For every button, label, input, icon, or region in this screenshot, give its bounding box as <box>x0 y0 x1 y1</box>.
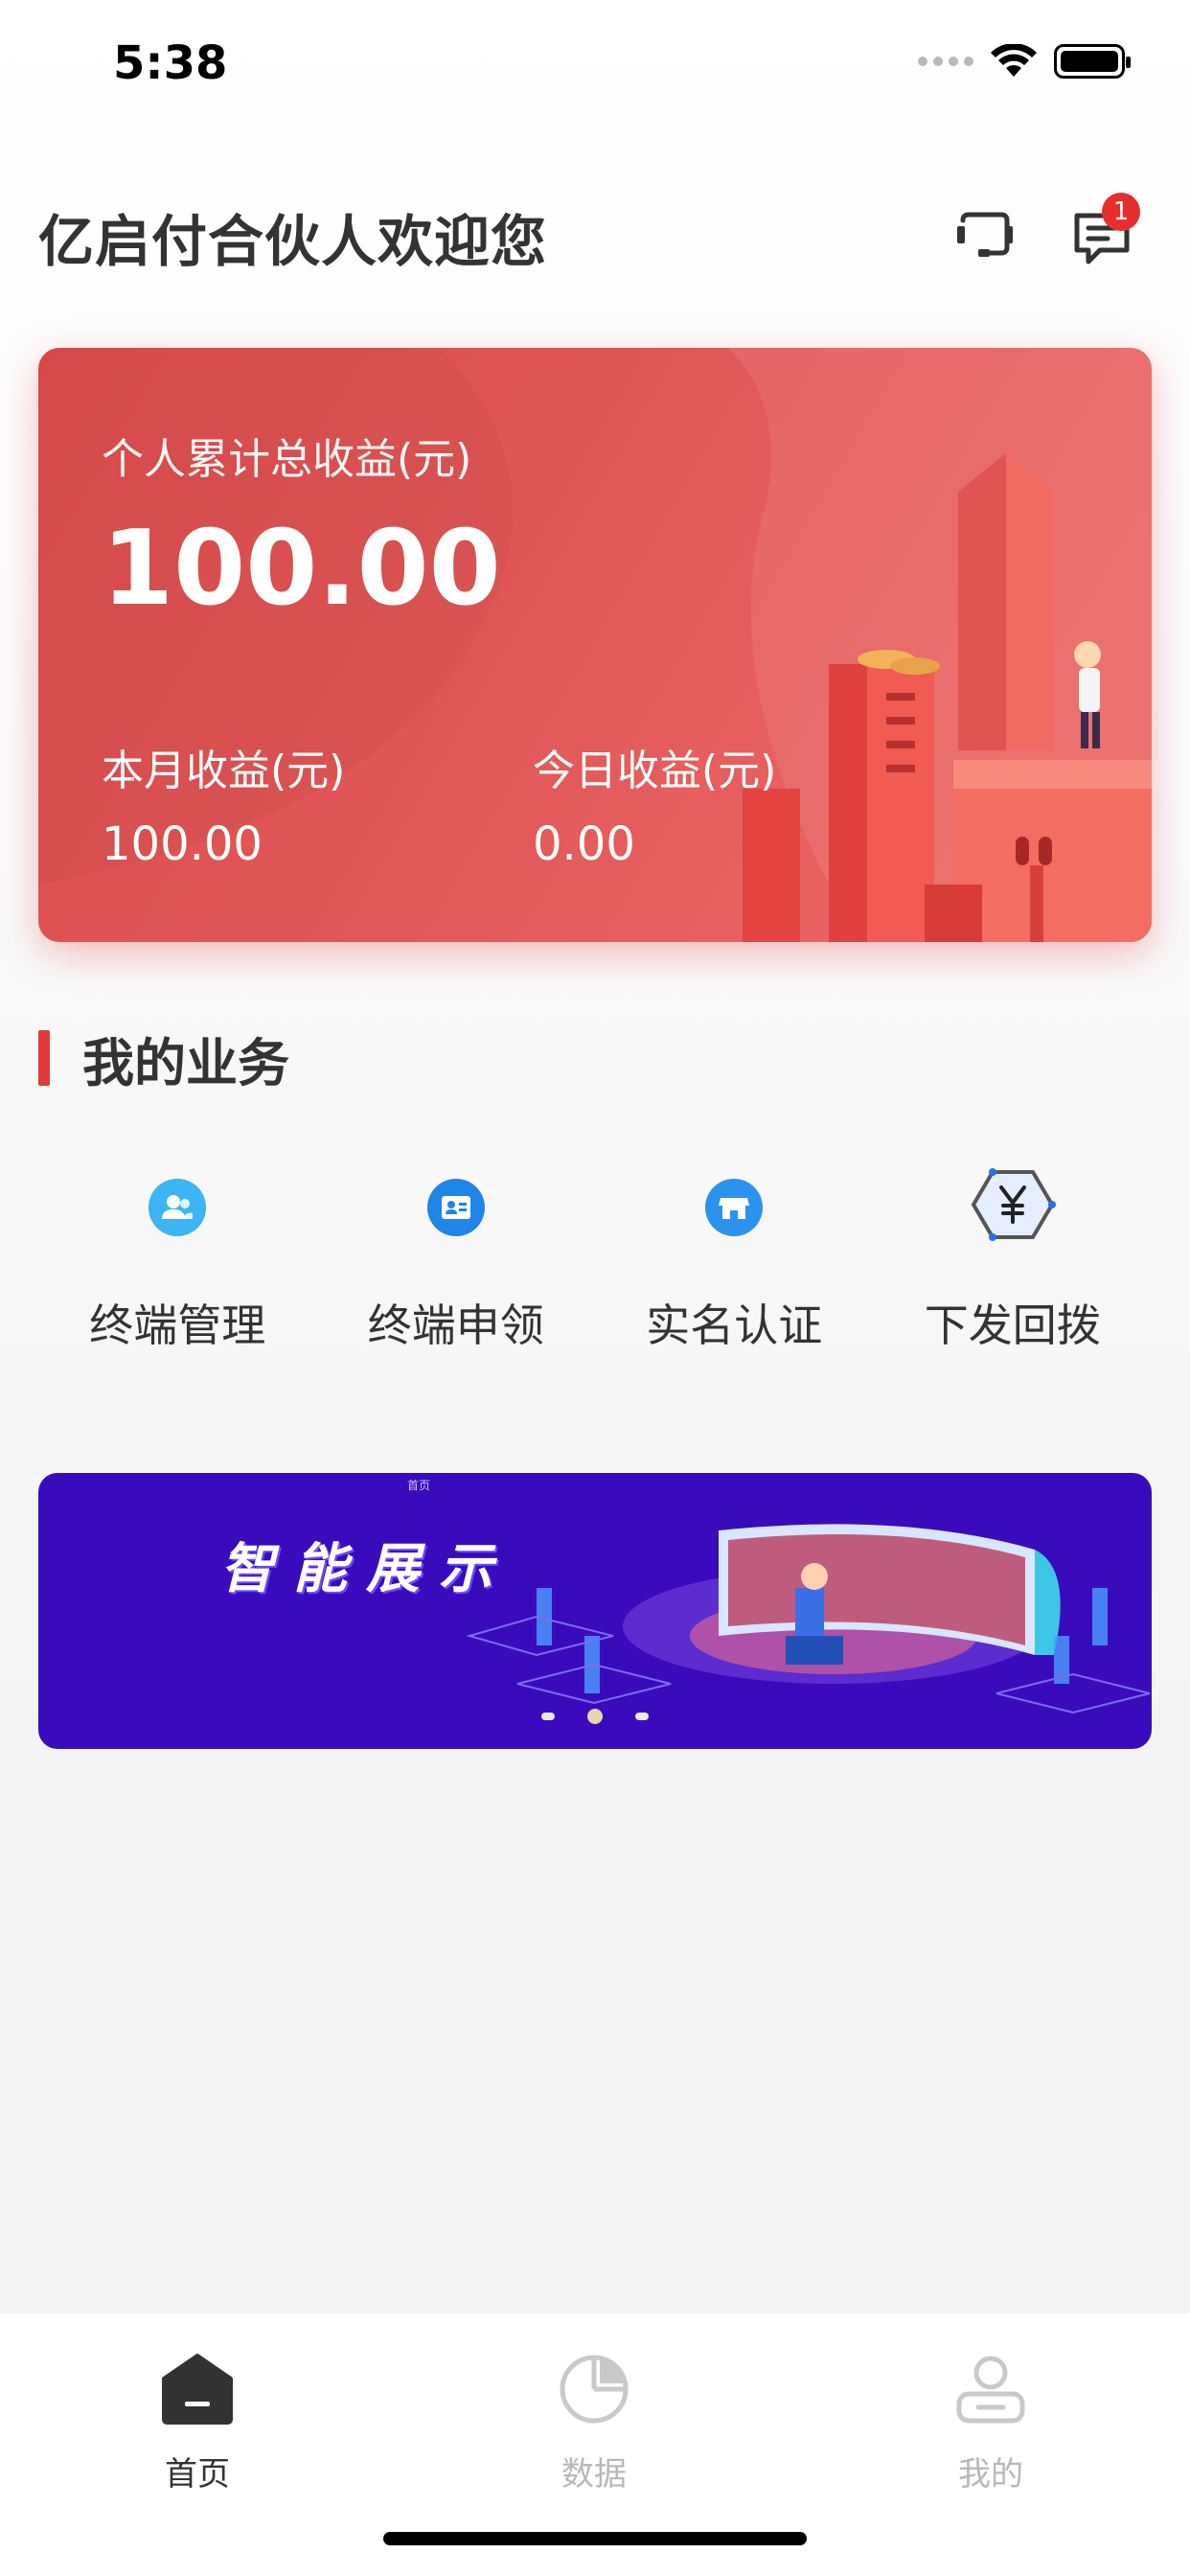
customer-service-button[interactable] <box>947 200 1023 277</box>
home-icon <box>162 2354 233 2425</box>
customer-service-icon <box>957 212 1013 257</box>
business-item-terminal-management[interactable]: 终端管理 <box>38 1164 317 1356</box>
business-grid: 终端管理 终端申领 实名认证 下发回拨 <box>38 1164 1152 1356</box>
total-earnings-label: 个人累计总收益(元) <box>102 435 472 484</box>
carousel-dots <box>38 1709 1152 1724</box>
business-item-label: 下发回拨 <box>924 1300 1101 1351</box>
earnings-card[interactable]: 个人累计总收益(元) 100.00 本月收益(元) 100.00 今日收益(元)… <box>38 348 1152 942</box>
user-group-icon <box>146 1176 209 1239</box>
tab-data[interactable]: 数据 <box>517 2342 671 2496</box>
message-badge: 1 <box>1102 193 1140 231</box>
business-item-dispatch-callback[interactable]: 下发回拨 <box>874 1164 1153 1356</box>
total-earnings-value: 100.00 <box>102 509 501 629</box>
header: 亿启付合伙人欢迎您 1 <box>38 193 1152 274</box>
smart-display-illustration <box>466 1524 1151 1714</box>
today-earnings-label: 今日收益(元) <box>533 747 777 795</box>
pie-chart-icon <box>560 2355 629 2424</box>
battery-icon <box>1054 44 1131 79</box>
month-earnings-label: 本月收益(元) <box>102 747 346 795</box>
section-accent-bar <box>38 1030 50 1086</box>
banner-small-text: 首页 <box>407 1479 431 1492</box>
cellular-signal-icon <box>918 57 973 66</box>
carousel-dot-active[interactable] <box>587 1709 603 1724</box>
status-time: 5:38 <box>113 36 228 90</box>
business-item-label: 实名认证 <box>646 1300 823 1351</box>
store-icon <box>702 1176 766 1239</box>
person-icon <box>956 2356 1025 2424</box>
carousel-dot[interactable] <box>541 1713 555 1720</box>
carousel-dot[interactable] <box>635 1713 649 1720</box>
home-indicator[interactable] <box>383 2532 807 2545</box>
status-bar: 5:38 <box>0 0 1190 126</box>
business-item-real-name-auth[interactable]: 实名认证 <box>595 1164 874 1356</box>
id-card-icon <box>424 1176 488 1239</box>
business-item-label: 终端管理 <box>89 1300 266 1351</box>
status-indicators <box>918 44 1131 79</box>
business-item-terminal-apply[interactable]: 终端申领 <box>317 1164 596 1356</box>
tab-label: 我的 <box>958 2455 1023 2494</box>
month-earnings-value: 100.00 <box>102 817 263 871</box>
tab-home[interactable]: 首页 <box>121 2342 274 2496</box>
yuan-hexagon-icon <box>970 1166 1056 1243</box>
tab-me[interactable]: 我的 <box>914 2342 1067 2496</box>
promo-banner-carousel[interactable]: 首页 智能展示 <box>38 1473 1152 1749</box>
tab-label: 数据 <box>561 2455 627 2494</box>
today-earnings-value: 0.00 <box>533 817 635 871</box>
message-button[interactable]: 1 <box>1064 193 1140 277</box>
section-title: 我的业务 <box>82 1032 289 1093</box>
section-header-my-business: 我的业务 <box>38 1027 289 1093</box>
wifi-icon <box>991 44 1037 77</box>
business-item-label: 终端申领 <box>367 1300 544 1351</box>
tab-label: 首页 <box>165 2455 230 2494</box>
page-title: 亿启付合伙人欢迎您 <box>38 209 548 274</box>
banner-title: 智能展示 <box>220 1538 512 1600</box>
